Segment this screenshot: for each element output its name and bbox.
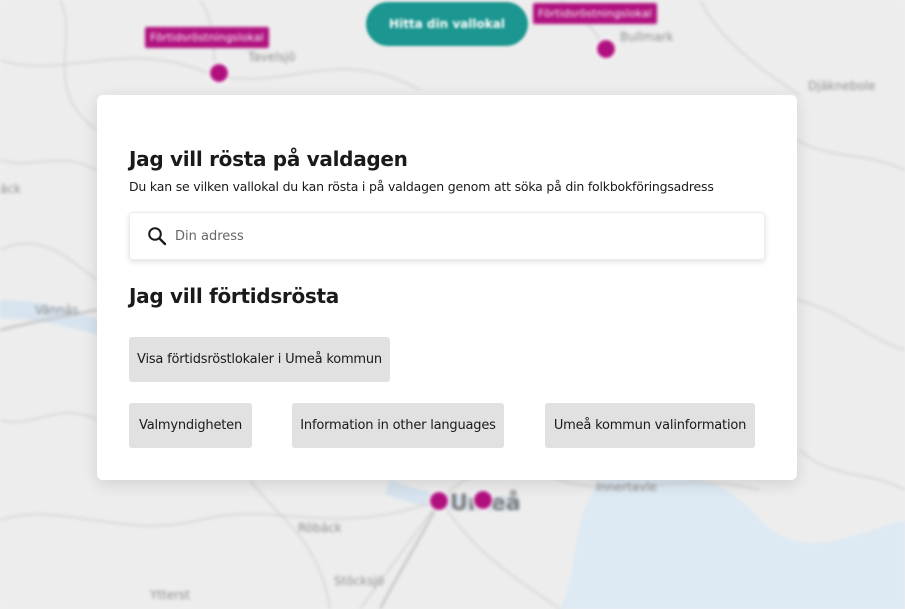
valmyndigheten-link-button[interactable]: Valmyndigheten xyxy=(129,403,252,448)
other-languages-link-button[interactable]: Information in other languages xyxy=(292,403,504,448)
voting-info-modal: Jag vill rösta på valdagen Du kan se vil… xyxy=(97,95,797,480)
map-pin-label[interactable]: Förtidsröstningslokal xyxy=(145,27,269,48)
place-label-stocksjo: Stöcksjö xyxy=(334,574,385,588)
show-early-voting-locations-button[interactable]: Visa förtidsröstlokaler i Umeå kommun xyxy=(129,337,390,382)
place-label-roback: Röbäck xyxy=(298,521,342,535)
place-label-vannas: Vännäs xyxy=(35,303,79,317)
fortids-heading: Jag vill förtidsrösta xyxy=(129,284,339,308)
search-icon xyxy=(147,226,167,246)
map-pin-marker[interactable] xyxy=(428,490,450,512)
map-pin-label[interactable]: Förtidsröstningslokal xyxy=(533,3,657,24)
valdagen-description: Du kan se vilken vallokal du kan rösta i… xyxy=(129,179,714,194)
umea-election-info-link-button[interactable]: Umeå kommun valinformation xyxy=(545,403,755,448)
map-pin-marker[interactable] xyxy=(595,38,617,60)
place-label-tavelsjo: Tavelsjö xyxy=(248,50,296,64)
map-pin-marker[interactable] xyxy=(472,489,494,511)
place-label-ytterstfors: Ytterst xyxy=(150,588,191,602)
address-search-input[interactable] xyxy=(175,221,735,251)
place-label-djaknebole: Djäknebole xyxy=(808,79,876,93)
place-label-innertavle: Innertavle xyxy=(596,480,657,494)
address-search-box[interactable] xyxy=(129,212,765,260)
valdagen-heading: Jag vill rösta på valdagen xyxy=(129,147,408,171)
find-polling-station-button[interactable]: Hitta din vallokal xyxy=(366,2,528,46)
page: Tavelsjö Bullmark Djäknebole äck Vännäs … xyxy=(0,0,905,609)
place-label-ack: äck xyxy=(0,182,21,196)
place-label-bullmark: Bullmark xyxy=(620,30,674,44)
map-pin-marker[interactable] xyxy=(208,62,230,84)
